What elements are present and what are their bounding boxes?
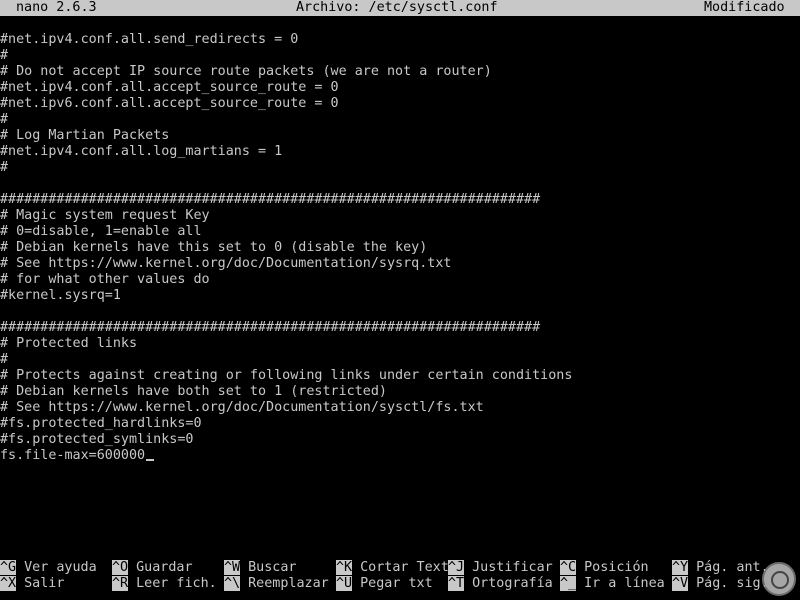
- shortcut-item[interactable]: ^W Buscar: [224, 560, 297, 576]
- editor-line[interactable]: #fs.protected_hardlinks=0: [0, 416, 800, 432]
- editor-line[interactable]: #: [0, 352, 800, 368]
- shortcut-key: ^_: [560, 576, 577, 591]
- shortcut-key: ^T: [448, 576, 465, 591]
- shortcut-key: ^R: [112, 576, 129, 591]
- app-version: nano 2.6.3: [16, 0, 97, 15]
- shortcut-label: Justificar: [472, 560, 553, 575]
- shortcut-key: ^K: [336, 560, 353, 575]
- shortcut-item[interactable]: ^O Guardar: [112, 560, 193, 576]
- editor-line[interactable]: # Log Martian Packets: [0, 128, 800, 144]
- editor-line[interactable]: #: [0, 48, 800, 64]
- shortcut-label: Cortar Text: [360, 560, 449, 575]
- editor-line[interactable]: # for what other values do: [0, 272, 800, 288]
- shortcut-item[interactable]: ^\ Reemplazar: [224, 576, 329, 592]
- editor-line[interactable]: fs.file-max=600000: [0, 448, 800, 464]
- shortcut-key: ^O: [112, 560, 129, 575]
- shortcut-label: Ortografía: [472, 576, 553, 591]
- editor-line[interactable]: #kernel.sysrq=1: [0, 288, 800, 304]
- shortcut-key: ^J: [448, 560, 465, 575]
- shortcut-label: Pegar txt: [360, 576, 433, 591]
- shortcut-item[interactable]: ^G Ver ayuda: [0, 560, 97, 576]
- shortcut-label: Salir: [24, 576, 65, 591]
- shortcut-key: ^\: [224, 576, 241, 591]
- editor-line[interactable]: # 0=disable, 1=enable all: [0, 224, 800, 240]
- title-bar: nano 2.6.3 Archivo: /etc/sysctl.conf Mod…: [0, 0, 800, 16]
- shortcut-key: ^Y: [672, 560, 689, 575]
- editor-line[interactable]: #: [0, 160, 800, 176]
- editor-line[interactable]: #fs.protected_symlinks=0: [0, 432, 800, 448]
- shortcut-label: Ir a línea: [584, 576, 665, 591]
- shortcut-item[interactable]: ^_ Ir a línea: [560, 576, 665, 592]
- shortcut-key: ^W: [224, 560, 241, 575]
- magnifier-logo-icon: [762, 562, 796, 596]
- editor-line[interactable]: # Do not accept IP source route packets …: [0, 64, 800, 80]
- shortcut-key: ^G: [0, 560, 17, 575]
- shortcut-row-1: ^G Ver ayuda ^O Guardar ^W Buscar ^K Cortar Tex…: [0, 560, 800, 576]
- editor-line[interactable]: [0, 304, 800, 320]
- editor-area[interactable]: #net.ipv4.conf.all.send_redirects = 0 # # …: [0, 32, 800, 464]
- editor-line[interactable]: # Debian kernels have both set to 1 (res…: [0, 384, 800, 400]
- shortcut-item[interactable]: ^J Justificar: [448, 560, 553, 576]
- editor-line[interactable]: # See https://www.kernel.org/doc/Documen…: [0, 400, 800, 416]
- editor-line[interactable]: #net.ipv4.conf.all.send_redirects = 0: [0, 32, 800, 48]
- shortcut-row-2: ^X Salir ^R Leer fich. ^\ Reemplazar ^U Pegar t…: [0, 576, 800, 592]
- editor-line[interactable]: [0, 176, 800, 192]
- editor-line[interactable]: # Debian kernels have this set to 0 (dis…: [0, 240, 800, 256]
- shortcut-key: ^C: [560, 560, 577, 575]
- editor-line[interactable]: # See https://www.kernel.org/doc/Documen…: [0, 256, 800, 272]
- file-name: Archivo: /etc/sysctl.conf: [296, 0, 498, 15]
- shortcut-label: Pág. sig.: [696, 576, 769, 591]
- shortcut-label: Guardar: [136, 560, 193, 575]
- editor-line[interactable]: ########################################…: [0, 320, 800, 336]
- shortcut-item[interactable]: ^C Posición: [560, 560, 649, 576]
- modified-status: Modificado: [704, 0, 785, 15]
- shortcut-key: ^U: [336, 576, 353, 591]
- shortcut-item[interactable]: ^R Leer fich.: [112, 576, 217, 592]
- shortcut-item[interactable]: ^X Salir: [0, 576, 64, 592]
- editor-line[interactable]: # Protects against creating or following…: [0, 368, 800, 384]
- shortcut-item[interactable]: ^U Pegar txt: [336, 576, 433, 592]
- editor-line[interactable]: #: [0, 112, 800, 128]
- shortcut-item[interactable]: ^T Ortografía: [448, 576, 553, 592]
- editor-line[interactable]: #net.ipv4.conf.all.log_martians = 1: [0, 144, 800, 160]
- editor-line[interactable]: #net.ipv4.conf.all.accept_source_route =…: [0, 80, 800, 96]
- shortcut-item[interactable]: ^V Pág. sig.: [672, 576, 769, 592]
- editor-line[interactable]: ########################################…: [0, 192, 800, 208]
- shortcut-item[interactable]: ^K Cortar Text: [336, 560, 449, 576]
- shortcut-label: Ver ayuda: [24, 560, 97, 575]
- text-cursor: [146, 459, 155, 461]
- shortcut-key: ^V: [672, 576, 689, 591]
- editor-line[interactable]: #net.ipv6.conf.all.accept_source_route =…: [0, 96, 800, 112]
- editor-line[interactable]: # Magic system request Key: [0, 208, 800, 224]
- shortcut-label: Leer fich.: [136, 576, 217, 591]
- shortcut-label: Reemplazar: [248, 576, 329, 591]
- editor-line[interactable]: # Protected links: [0, 336, 800, 352]
- shortcut-label: Posición: [584, 560, 649, 575]
- shortcut-key: ^X: [0, 576, 17, 591]
- shortcut-label: Pág. ant.: [696, 560, 769, 575]
- shortcut-label: Buscar: [248, 560, 297, 575]
- shortcut-item[interactable]: ^Y Pág. ant.: [672, 560, 769, 576]
